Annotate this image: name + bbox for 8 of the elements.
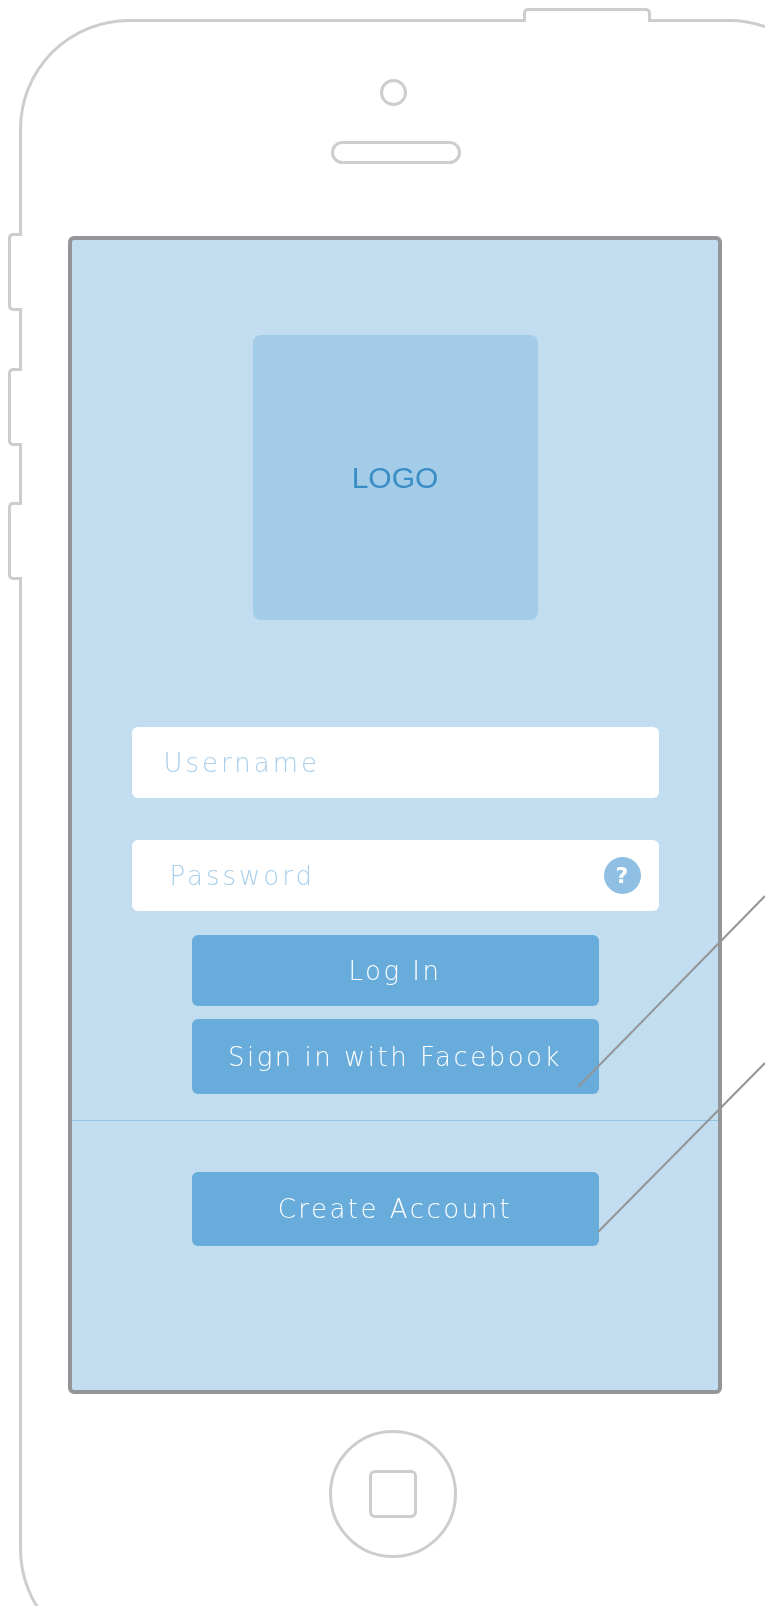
input-field[interactable]: Username (131, 727, 659, 798)
create-account-button[interactable]: Create Account (191, 1172, 599, 1246)
home-button[interactable] (329, 1430, 457, 1558)
primary-button[interactable]: Log In (191, 935, 599, 1006)
camera-icon (380, 79, 407, 106)
speaker-icon (331, 141, 461, 164)
primary-button[interactable]: Sign in with Facebook (191, 1019, 599, 1094)
logo-text: LOGO (351, 460, 439, 495)
